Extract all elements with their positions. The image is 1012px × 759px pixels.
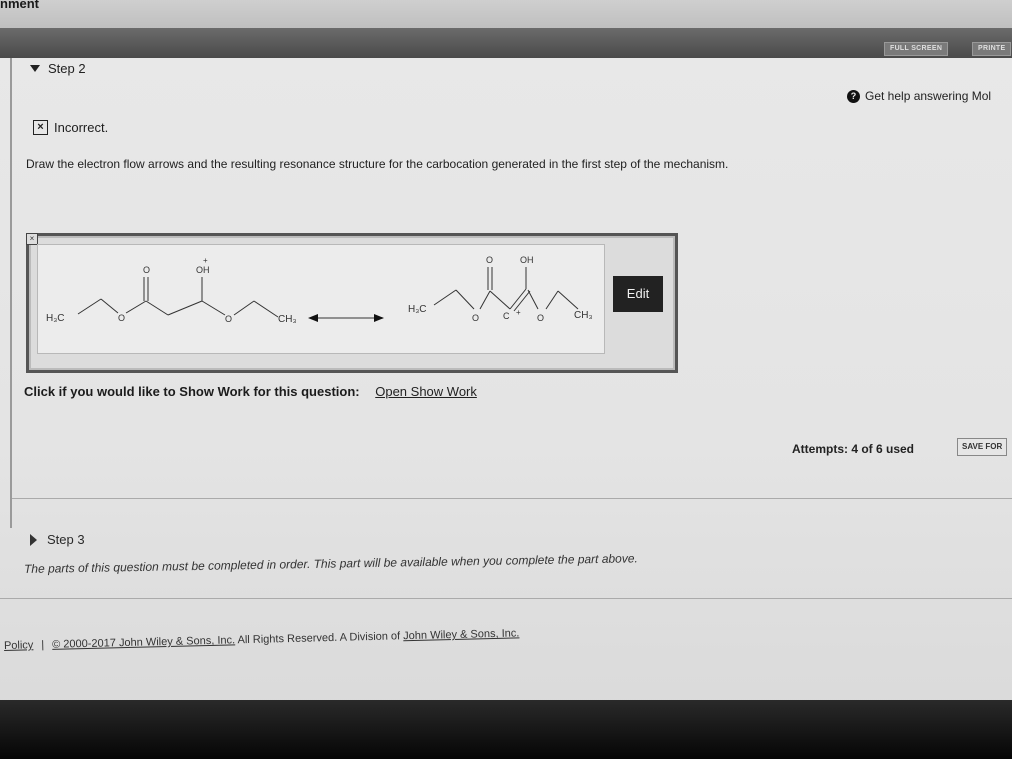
left-ch3-label: CH₃: [278, 314, 297, 325]
resonance-structures: H₃C O O + OH O CH₃ H₃C O O OH C + O CH₃: [46, 255, 593, 325]
app-title: nment: [0, 0, 39, 11]
show-work-label: Click if you would like to Show Work for…: [24, 384, 360, 399]
policy-link[interactable]: Policy: [4, 639, 34, 652]
right-h3c-label: H₃C: [408, 304, 427, 315]
step-border: [10, 58, 12, 528]
left-structure-bonds: [77, 277, 378, 319]
save-for-later-button[interactable]: SAVE FOR: [957, 438, 1008, 456]
status-text: Incorrect.: [54, 120, 109, 135]
right-o-ether-label: O: [537, 313, 544, 323]
left-o-carbonyl-label: O: [143, 265, 150, 275]
answer-status: × Incorrect.: [33, 120, 108, 135]
right-oh-label: OH: [520, 255, 534, 265]
divider: [12, 498, 1012, 499]
left-plus-label: +: [203, 256, 208, 265]
help-circle-icon: ?: [847, 89, 860, 103]
step-3-label: Step 3: [47, 532, 85, 547]
divider: [0, 598, 1012, 599]
left-oh-plus-label: OH: [196, 265, 210, 275]
left-o-ether-label: O: [225, 314, 232, 324]
left-o-ester-label: O: [118, 313, 125, 323]
answer-drawing-frame: × H₃C O O + OH O CH₃ H₃C O O OH C + O CH…: [26, 233, 678, 373]
step-2-toggle[interactable]: Step 2: [30, 61, 86, 76]
screen-bezel: [0, 700, 1012, 759]
right-o-ester-label: O: [472, 313, 479, 323]
right-plus-label: +: [516, 308, 521, 317]
right-structure-bonds: [433, 267, 579, 312]
attempts-counter: Attempts: 4 of 6 used: [792, 442, 915, 456]
molecule-drawing: H₃C O O + OH O CH₃ H₃C O O OH C + O CH₃: [37, 244, 605, 354]
right-o-carbonyl-label: O: [486, 255, 493, 265]
print-button[interactable]: PRINTE: [972, 42, 1012, 56]
question-text: Draw the electron flow arrows and the re…: [26, 157, 729, 171]
left-h3c-label: H₃C: [46, 313, 65, 324]
footer-separator: |: [41, 639, 45, 652]
triangle-right-icon: [30, 533, 37, 546]
step-2-label: Step 2: [48, 61, 86, 76]
x-box-icon: ×: [33, 120, 48, 135]
assignment-header-bar: [0, 28, 1012, 58]
edit-button[interactable]: Edit: [613, 276, 663, 312]
assignment-page: [0, 28, 1012, 718]
full-screen-button[interactable]: FULL SCREEN: [884, 42, 949, 56]
right-c-label: C: [503, 311, 510, 321]
arrow-left-head-icon: [308, 314, 318, 322]
open-show-work-link[interactable]: Open Show Work: [375, 384, 477, 399]
get-help-link[interactable]: ? Get help answering Mol: [847, 89, 991, 103]
triangle-down-icon: [30, 65, 40, 72]
show-work-row: Click if you would like to Show Work for…: [24, 384, 477, 399]
step-3-toggle[interactable]: Step 3: [30, 532, 85, 547]
help-text: Get help answering Mol: [865, 89, 992, 103]
arrow-right-head-icon: [374, 314, 384, 322]
right-ch3-label: CH₃: [574, 310, 593, 321]
